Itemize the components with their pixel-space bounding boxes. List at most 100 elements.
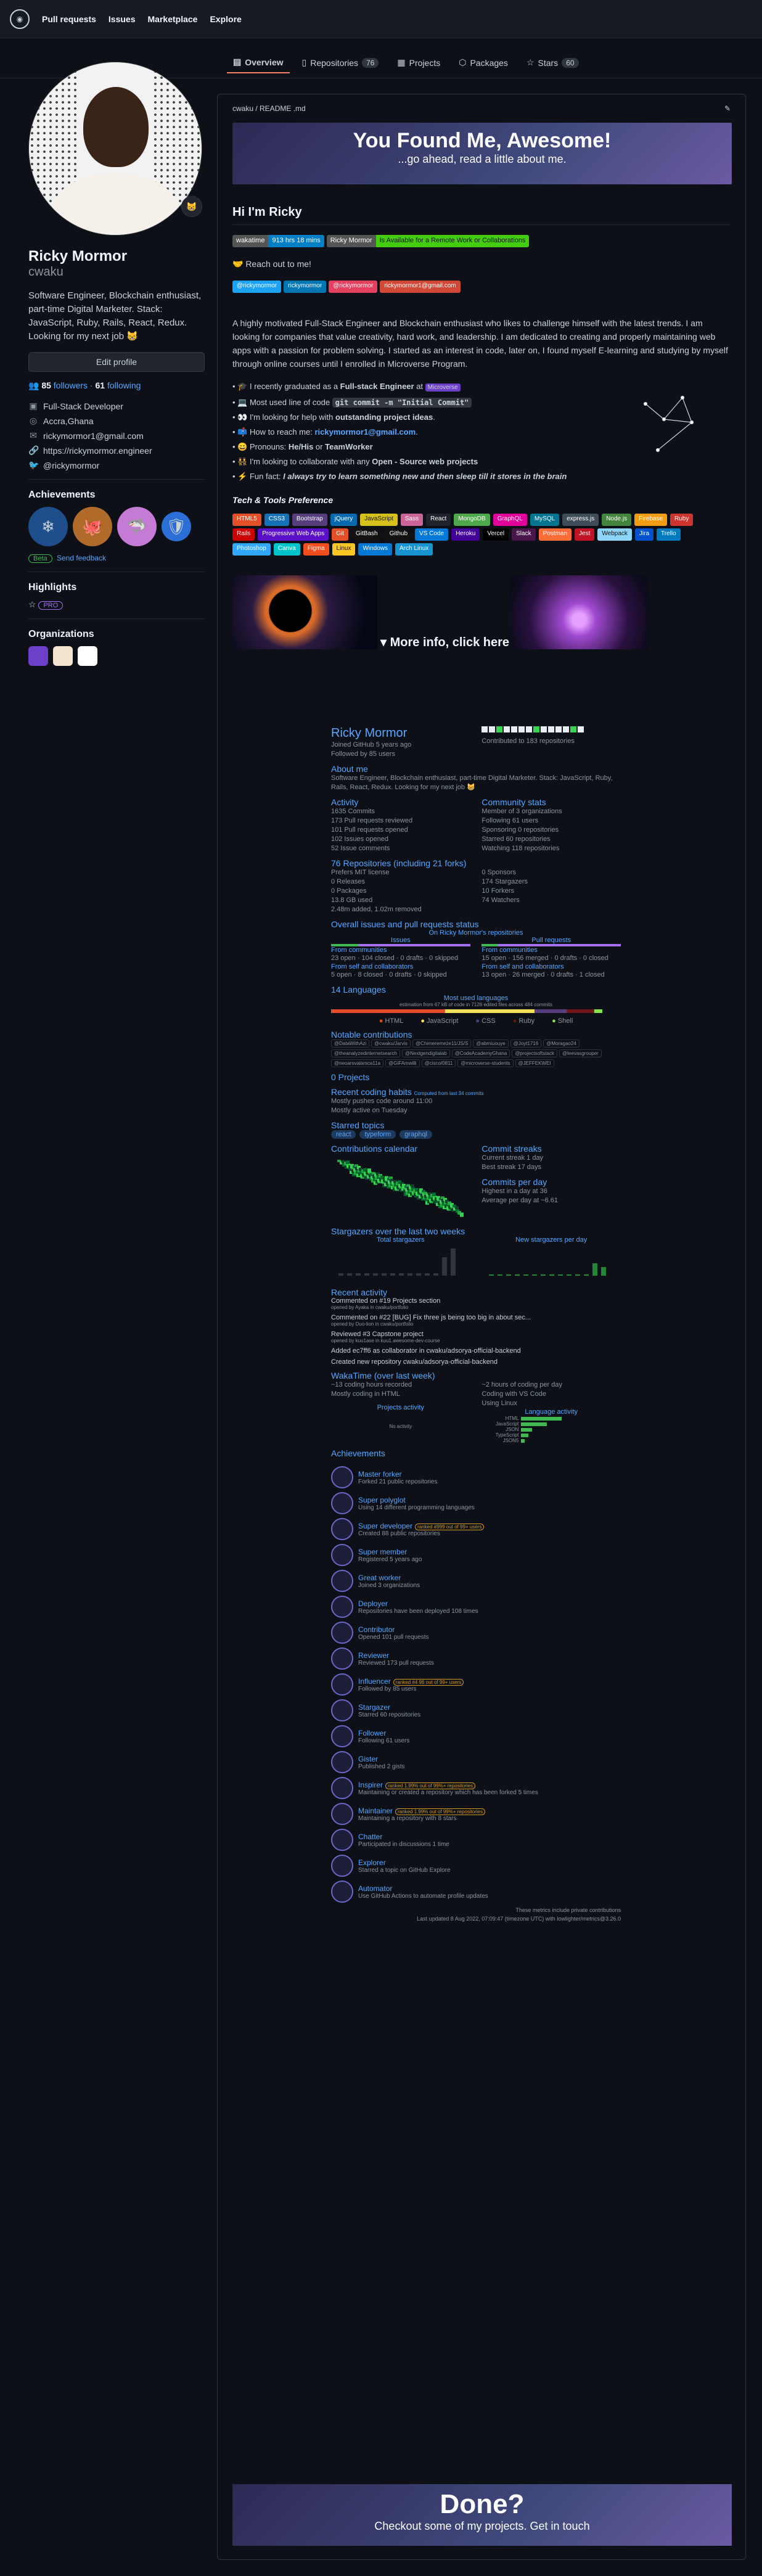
github-logo-icon[interactable]: ◉ (10, 9, 30, 29)
recent-title[interactable]: Commented on #22 [BUG] Fix three js bein… (331, 1314, 621, 1321)
topic-pill[interactable]: typeform (359, 1130, 396, 1139)
twitter-badge[interactable]: @rickymormor (232, 281, 282, 293)
tech-badge[interactable]: express.js (562, 514, 599, 526)
recent-title[interactable]: Reviewed #3 Capstone project (331, 1331, 621, 1338)
tech-badge[interactable]: GitBash (351, 528, 382, 541)
tech-badge[interactable]: Firebase (634, 514, 668, 526)
achievement-arctic-icon[interactable]: ❄ (28, 507, 68, 546)
tech-badge[interactable]: Figma (303, 543, 329, 556)
nav-marketplace[interactable]: Marketplace (148, 14, 198, 24)
linkedin-badge[interactable]: rickymormor (284, 281, 327, 293)
achievement-pull-shark-icon[interactable]: 🦈 (117, 507, 157, 546)
tech-badge[interactable]: MongoDB (454, 514, 490, 526)
nav-pull-requests[interactable]: Pull requests (42, 14, 96, 24)
tab-repositories[interactable]: ▯ Repositories 76 (296, 52, 385, 73)
topic-pill[interactable]: graphql (399, 1130, 432, 1139)
tech-badge[interactable]: Bootstrap (292, 514, 327, 526)
tab-stars[interactable]: ☆ Stars 60 (520, 52, 585, 73)
org-avatar-2-icon[interactable] (53, 646, 73, 666)
tech-badge[interactable]: CSS3 (264, 514, 289, 526)
topic-pill[interactable]: react (331, 1130, 356, 1139)
more-info-link[interactable]: ▾ More info, click here (380, 634, 509, 650)
wakatime-badge[interactable]: wakatime 913 hrs 18 mins (232, 235, 324, 247)
tech-badge[interactable]: Arch Linux (395, 543, 433, 556)
status-emoji-icon[interactable]: 😸 (181, 196, 202, 217)
notable-pill[interactable]: @abmiuouye (473, 1040, 509, 1048)
tech-badge[interactable]: React (426, 514, 451, 526)
tech-badge[interactable]: Canva (273, 543, 300, 556)
notable-pill[interactable]: @Nextgendigitalab (401, 1049, 450, 1057)
notable-pill[interactable]: @projectsoftstack (512, 1049, 558, 1057)
tech-badge[interactable]: JavaScript (360, 514, 398, 526)
detail-email[interactable]: ✉ rickymormor1@gmail.com (28, 430, 205, 441)
tech-badge[interactable]: Photoshop (232, 543, 271, 556)
notable-pill[interactable]: @Moragao24 (543, 1040, 580, 1048)
send-feedback-link[interactable]: Send feedback (57, 554, 106, 562)
instagram-badge[interactable]: @rickymormor (329, 281, 378, 293)
notable-pill[interactable]: @Joyt1716 (510, 1040, 542, 1048)
notable-pill[interactable]: @JEFFEKWEI (515, 1059, 554, 1067)
tech-badge[interactable]: Windows (358, 543, 393, 556)
readme-path[interactable]: cwaku / README .md (232, 104, 306, 113)
notable-pill[interactable]: @leevasgrouper (559, 1049, 602, 1057)
tech-badge[interactable]: Git (332, 528, 348, 541)
tech-badge[interactable]: Trello (657, 528, 681, 541)
gmail-badge[interactable]: rickymormor1@gmail.com (380, 281, 461, 293)
tech-badge[interactable]: VS Code (415, 528, 449, 541)
recent-title[interactable]: Added ec7ff6 as collaborator in cwaku/ad… (331, 1347, 621, 1355)
tech-badge[interactable]: Jest (575, 528, 595, 541)
tech-badge[interactable]: Heroku (451, 528, 480, 541)
waka-lang-name: JSON5 (502, 1438, 519, 1443)
tech-badge[interactable]: Progressive Web Apps (258, 528, 329, 541)
twitter-link[interactable]: @rickymormor (43, 461, 99, 470)
tech-badge[interactable]: Node.js (602, 514, 632, 526)
tab-overview[interactable]: ▤ Overview (227, 52, 290, 73)
tab-projects[interactable]: ▦ Projects (391, 52, 446, 73)
nebula-image[interactable] (510, 575, 649, 649)
availability-badge[interactable]: Ricky Mormor Is Available for a Remote Wo… (326, 235, 530, 247)
website-link[interactable]: https://rickymormor.engineer (43, 446, 152, 456)
notable-pill[interactable]: @GiFAmwilli (385, 1059, 420, 1067)
notable-pill[interactable]: @microverse-students (457, 1059, 514, 1067)
avatar[interactable] (28, 62, 202, 236)
tech-badge[interactable]: Github (385, 528, 412, 541)
following-link[interactable]: 61 following (96, 380, 141, 390)
tech-badge[interactable]: Vercel (483, 528, 509, 541)
tech-badge[interactable]: Ruby (670, 514, 694, 526)
notable-pill[interactable]: @CodeAcademyGhana (451, 1049, 510, 1057)
notable-pill[interactable]: @DataWithAzi (331, 1040, 370, 1048)
tech-badge[interactable]: Webpack (597, 528, 632, 541)
notable-pill[interactable]: @cwaku/Jarvis (371, 1040, 411, 1048)
done-banner[interactable]: Done? Checkout some of my projects. Get … (232, 2484, 732, 2546)
tech-badge[interactable]: Rails (232, 528, 255, 541)
notable-pill[interactable]: @Chimeremeze11/JS/S (412, 1040, 472, 1048)
detail-twitter[interactable]: 🐦 @rickymormor (28, 460, 205, 470)
black-hole-image[interactable] (232, 575, 377, 649)
email-link[interactable]: rickymormor1@gmail.com (43, 431, 144, 441)
org-avatar-microverse-icon[interactable] (28, 646, 48, 666)
notable-pill[interactable]: @neoarsvalarsca11a (331, 1059, 384, 1067)
tech-badge[interactable]: HTML5 (232, 514, 261, 526)
tech-badge[interactable]: Jira (634, 528, 654, 541)
followers-link[interactable]: 85 followers (41, 380, 88, 390)
tech-badge[interactable]: Postman (538, 528, 572, 541)
edit-profile-button[interactable]: Edit profile (28, 352, 205, 372)
tech-badge[interactable]: Sass (400, 514, 424, 526)
tech-badge[interactable]: GraphQL (493, 514, 527, 526)
pencil-icon[interactable]: ✎ (724, 104, 731, 113)
achievement-shield-icon[interactable]: 🛡 (162, 512, 191, 541)
achievement-yolo-icon[interactable]: 🐙 (73, 507, 112, 546)
notable-pill[interactable]: @cisco/0811 (421, 1059, 456, 1067)
nav-explore[interactable]: Explore (210, 14, 241, 24)
recent-title[interactable]: Commented on #19 Projects section (331, 1297, 621, 1305)
recent-title[interactable]: Created new repository cwaku/adsorya-off… (331, 1358, 621, 1366)
notable-pill[interactable]: @theanalyzedinternetsearch (331, 1049, 400, 1057)
detail-website[interactable]: 🔗 https://rickymormor.engineer (28, 445, 205, 456)
tech-badge[interactable]: MySQL (530, 514, 560, 526)
tab-packages[interactable]: ⬡ Packages (453, 52, 514, 73)
org-avatar-3-icon[interactable] (78, 646, 97, 666)
tech-badge[interactable]: Slack (512, 528, 536, 541)
tech-badge[interactable]: jQuery (330, 514, 358, 526)
nav-issues[interactable]: Issues (109, 14, 136, 24)
tech-badge[interactable]: Linux (332, 543, 356, 556)
